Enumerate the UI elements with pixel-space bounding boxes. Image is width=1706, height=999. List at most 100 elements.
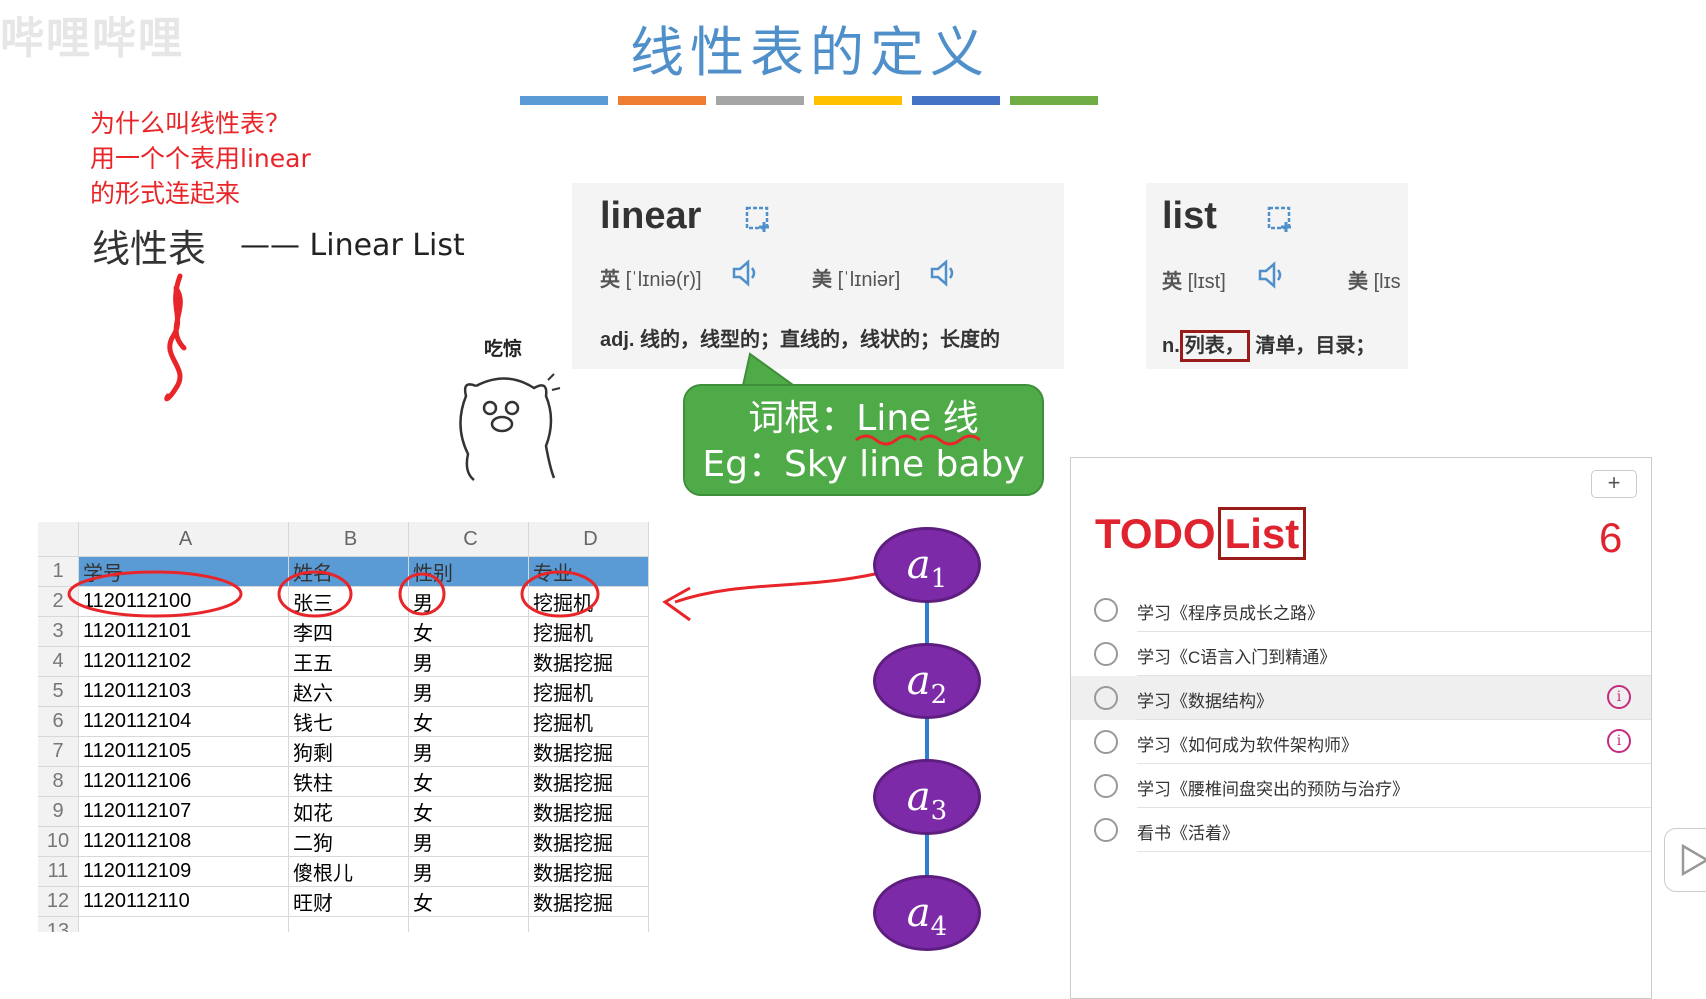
table-cell[interactable]: 旺财 xyxy=(288,886,409,917)
corner-select-all[interactable] xyxy=(38,522,79,557)
table-cell[interactable]: 数据挖掘 xyxy=(528,826,649,857)
todo-title-todo: TODO xyxy=(1095,510,1216,557)
table-cell[interactable]: 如花 xyxy=(288,796,409,827)
row-number[interactable]: 13 xyxy=(38,916,79,932)
checkbox-circle-icon[interactable] xyxy=(1094,642,1118,666)
todo-item-text: 学习《程序员成长之路》 xyxy=(1137,604,1324,623)
table-cell[interactable]: 1120112102 xyxy=(78,646,289,677)
table-row: 11 1120112109 傻根儿男数据挖掘 xyxy=(38,856,649,887)
todo-item[interactable]: 看书《活着》 xyxy=(1071,808,1651,852)
table-cell[interactable]: 1120112104 xyxy=(78,706,289,737)
dict-word: list xyxy=(1162,195,1217,237)
table-cell[interactable] xyxy=(408,916,529,932)
title-color-bar xyxy=(912,96,1000,105)
table-cell[interactable]: 男 xyxy=(408,856,529,887)
table-cell[interactable]: 赵六 xyxy=(288,676,409,707)
add-to-wordbook-icon[interactable] xyxy=(744,205,774,235)
checkbox-circle-icon[interactable] xyxy=(1094,774,1118,798)
add-to-wordbook-icon[interactable] xyxy=(1266,205,1296,235)
table-cell[interactable]: 男 xyxy=(408,736,529,767)
red-annotation-circles xyxy=(67,570,876,622)
table-cell[interactable]: 铁柱 xyxy=(288,766,409,797)
dictionary-card-linear: linear 英 [ˈlɪniə(r)] 美 [ˈlɪniər] adj. 线的… xyxy=(572,183,1064,369)
todo-item[interactable]: 学习《数据结构》 i xyxy=(1071,676,1651,720)
table-cell[interactable]: 男 xyxy=(408,676,529,707)
play-icon xyxy=(1681,843,1706,877)
us-phonetic: 美 [lɪs xyxy=(1348,271,1401,293)
question-line: 的形式连起来 xyxy=(90,179,241,208)
table-cell[interactable] xyxy=(528,916,649,932)
us-phonetic: 美 [ˈlɪniər] xyxy=(812,269,901,291)
row-number[interactable]: 10 xyxy=(38,826,79,857)
checkbox-circle-icon[interactable] xyxy=(1094,730,1118,754)
row-number[interactable]: 9 xyxy=(38,796,79,827)
table-row: 12 1120112110 旺财女数据挖掘 xyxy=(38,886,649,917)
table-cell[interactable]: 女 xyxy=(408,796,529,827)
column-header[interactable]: C xyxy=(408,522,529,557)
checkbox-circle-icon[interactable] xyxy=(1094,818,1118,842)
row-number[interactable]: 6 xyxy=(38,706,79,737)
todo-item[interactable]: 学习《C语言入门到精通》 xyxy=(1071,632,1651,676)
info-icon[interactable]: i xyxy=(1607,729,1631,753)
table-cell[interactable]: 数据挖掘 xyxy=(528,886,649,917)
row-number[interactable]: 12 xyxy=(38,886,79,917)
node-link xyxy=(925,832,929,877)
speaker-icon[interactable] xyxy=(928,259,956,287)
table-cell[interactable]: 1120112103 xyxy=(78,676,289,707)
table-cell[interactable]: 数据挖掘 xyxy=(528,766,649,797)
table-cell[interactable]: 1120112106 xyxy=(78,766,289,797)
table-cell[interactable]: 狗剩 xyxy=(288,736,409,767)
row-number[interactable]: 4 xyxy=(38,646,79,677)
surprised-bear-sticker xyxy=(459,373,561,481)
todo-item[interactable]: 学习《如何成为软件架构师》 i xyxy=(1071,720,1651,764)
table-cell[interactable]: 1120112108 xyxy=(78,826,289,857)
column-header[interactable]: A xyxy=(78,522,289,557)
table-cell[interactable]: 女 xyxy=(408,706,529,737)
add-button[interactable]: + xyxy=(1591,470,1637,498)
side-play-button[interactable] xyxy=(1664,828,1706,892)
table-cell[interactable]: 傻根儿 xyxy=(288,856,409,887)
table-cell[interactable]: 数据挖掘 xyxy=(528,856,649,887)
red-scribble xyxy=(164,273,187,402)
row-number[interactable]: 7 xyxy=(38,736,79,767)
table-cell[interactable] xyxy=(78,916,289,932)
checkbox-circle-icon[interactable] xyxy=(1094,598,1118,622)
table-cell[interactable]: 女 xyxy=(408,766,529,797)
todo-count: 6 xyxy=(1599,514,1623,561)
row-number[interactable]: 11 xyxy=(38,856,79,887)
sticker-label: 吃惊 xyxy=(484,338,523,360)
speaker-icon[interactable] xyxy=(730,259,758,287)
table-cell[interactable]: 1120112110 xyxy=(78,886,289,917)
list-node-a3: a3 xyxy=(873,759,981,835)
table-cell[interactable]: 数据挖掘 xyxy=(528,736,649,767)
table-cell[interactable]: 数据挖掘 xyxy=(528,646,649,677)
table-cell[interactable]: 王五 xyxy=(288,646,409,677)
column-header[interactable]: B xyxy=(288,522,409,557)
checkbox-circle-icon[interactable] xyxy=(1094,686,1118,710)
table-cell[interactable]: 钱七 xyxy=(288,706,409,737)
row-number[interactable]: 8 xyxy=(38,766,79,797)
table-row: 6 1120112104 钱七女挖掘机 xyxy=(38,706,649,737)
slide-title: 线性表的定义 xyxy=(630,21,990,84)
table-cell[interactable]: 二狗 xyxy=(288,826,409,857)
table-cell[interactable]: 男 xyxy=(408,826,529,857)
table-cell[interactable]: 1120112109 xyxy=(78,856,289,887)
table-cell[interactable]: 男 xyxy=(408,646,529,677)
info-icon[interactable]: i xyxy=(1607,685,1631,709)
table-cell[interactable] xyxy=(288,916,409,932)
table-cell[interactable]: 挖掘机 xyxy=(528,706,649,737)
highlight-box: 列表， xyxy=(1179,330,1250,362)
todo-item[interactable]: 学习《腰椎间盘突出的预防与治疗》 xyxy=(1071,764,1651,808)
table-row: 7 1120112105 狗剩男数据挖掘 xyxy=(38,736,649,767)
table-cell[interactable]: 女 xyxy=(408,886,529,917)
column-header[interactable]: D xyxy=(528,522,649,557)
speaker-icon[interactable] xyxy=(1256,261,1284,289)
node-link xyxy=(925,600,929,645)
table-cell[interactable]: 1120112107 xyxy=(78,796,289,827)
table-cell[interactable]: 数据挖掘 xyxy=(528,796,649,827)
todo-item-text: 学习《数据结构》 xyxy=(1137,692,1273,711)
table-cell[interactable]: 挖掘机 xyxy=(528,676,649,707)
todo-item[interactable]: 学习《程序员成长之路》 xyxy=(1071,588,1651,632)
row-number[interactable]: 5 xyxy=(38,676,79,707)
table-cell[interactable]: 1120112105 xyxy=(78,736,289,767)
